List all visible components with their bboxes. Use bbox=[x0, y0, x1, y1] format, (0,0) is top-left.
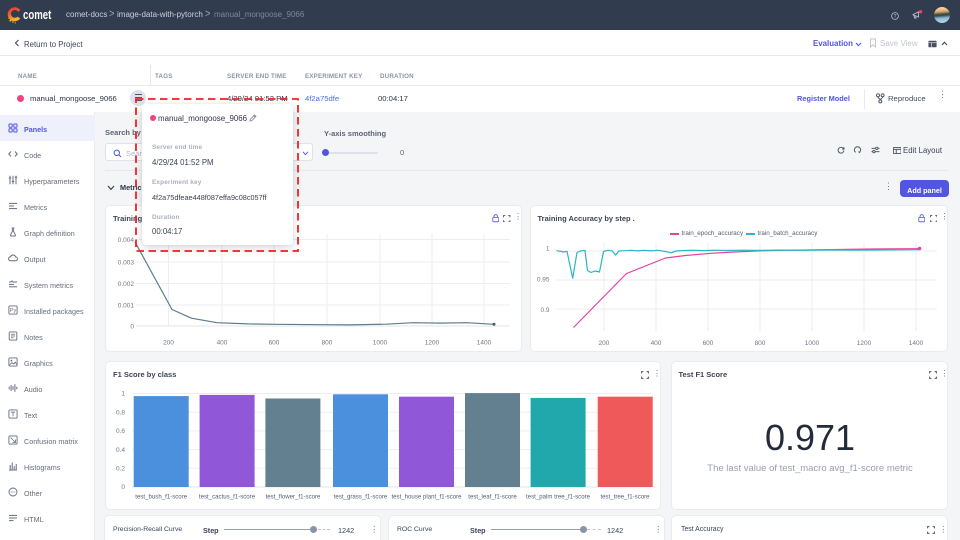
svg-text:0: 0 bbox=[121, 484, 125, 491]
svg-text:Py: Py bbox=[10, 308, 17, 314]
svg-text:0.002: 0.002 bbox=[118, 280, 135, 287]
svg-text:1200: 1200 bbox=[425, 339, 440, 346]
svg-text:test_cactus_f1-score: test_cactus_f1-score bbox=[199, 494, 256, 501]
svg-text:0.95: 0.95 bbox=[536, 276, 549, 283]
svg-text:400: 400 bbox=[650, 340, 661, 347]
svg-text:?: ? bbox=[894, 14, 897, 20]
svg-text:1000: 1000 bbox=[373, 339, 388, 346]
svg-text:1400: 1400 bbox=[477, 339, 492, 346]
svg-text:0.9: 0.9 bbox=[540, 306, 549, 313]
svg-text:800: 800 bbox=[322, 339, 333, 346]
svg-text:0.001: 0.001 bbox=[118, 302, 135, 309]
svg-text:test_grass_f1-score: test_grass_f1-score bbox=[334, 494, 388, 501]
svg-text:0.4: 0.4 bbox=[116, 447, 125, 454]
svg-text:1000: 1000 bbox=[804, 340, 819, 347]
svg-text:200: 200 bbox=[163, 339, 174, 346]
svg-text:600: 600 bbox=[702, 340, 713, 347]
svg-text:0.2: 0.2 bbox=[116, 466, 125, 473]
svg-text:test_tree_f1-score: test_tree_f1-score bbox=[600, 494, 650, 501]
svg-text:test_bush_f1-score: test_bush_f1-score bbox=[135, 494, 187, 501]
svg-text:1200: 1200 bbox=[856, 340, 871, 347]
svg-text:0.6: 0.6 bbox=[116, 428, 125, 435]
svg-text:800: 800 bbox=[754, 340, 765, 347]
svg-text:1400: 1400 bbox=[908, 340, 923, 347]
svg-text:1: 1 bbox=[121, 391, 125, 398]
svg-text:test_leaf_f1-score: test_leaf_f1-score bbox=[468, 494, 517, 501]
svg-text:0: 0 bbox=[130, 323, 134, 330]
svg-text:0.003: 0.003 bbox=[118, 259, 135, 266]
svg-text:test_house plant_f1-score: test_house plant_f1-score bbox=[391, 494, 462, 501]
svg-text:0.004: 0.004 bbox=[118, 236, 135, 243]
svg-text:600: 600 bbox=[269, 339, 280, 346]
svg-text:test_flower_f1-score: test_flower_f1-score bbox=[266, 494, 321, 501]
svg-text:400: 400 bbox=[217, 339, 228, 346]
svg-text:0.8: 0.8 bbox=[116, 409, 125, 416]
svg-text:200: 200 bbox=[598, 340, 609, 347]
svg-text:test_palm tree_f1-score: test_palm tree_f1-score bbox=[526, 494, 591, 501]
svg-text:1: 1 bbox=[545, 245, 549, 252]
